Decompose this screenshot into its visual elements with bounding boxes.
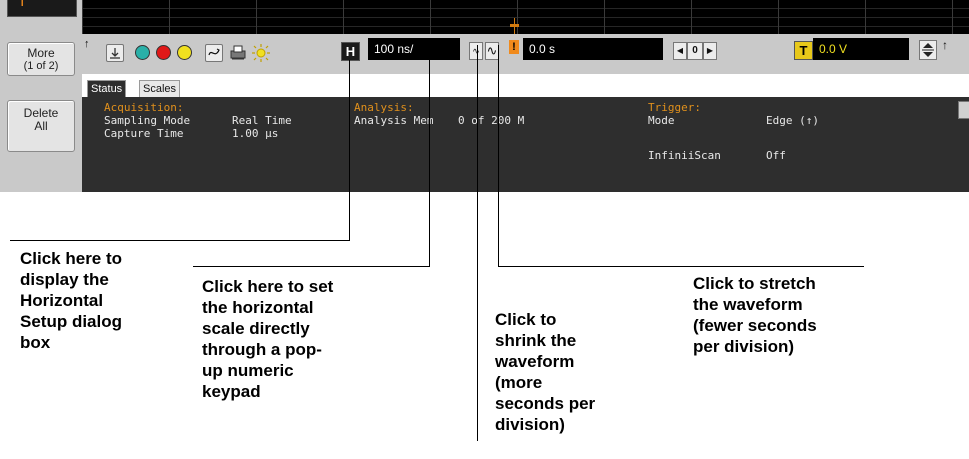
- delete-all-softkey[interactable]: Delete All: [7, 100, 75, 152]
- stretch-leader: [498, 45, 499, 267]
- trigger-header: Trigger:: [648, 101, 701, 114]
- callout-stretch: Click to stretch the waveform (fewer sec…: [693, 274, 817, 356]
- analysis-header: Analysis:: [354, 101, 414, 114]
- nav-right-button[interactable]: ▶: [703, 42, 717, 60]
- sampling-mode-label: Sampling Mode: [104, 114, 191, 127]
- infiniiscan-label: InfiniiScan: [648, 149, 721, 162]
- print-button[interactable]: [228, 43, 248, 63]
- trigger-level-spinner[interactable]: [919, 40, 937, 60]
- tab-status[interactable]: Status: [87, 80, 127, 97]
- shrink-leader: [477, 45, 478, 441]
- callout-horizontal-setup: Click here to display the Horizontal Set…: [20, 249, 123, 352]
- stretch-wave-icon: ∿: [486, 43, 498, 58]
- horizontal-setup-button[interactable]: H: [341, 42, 360, 61]
- shrink-waveform-button[interactable]: ∿: [469, 42, 483, 60]
- trigger-mode-value: Edge (↑): [766, 114, 819, 127]
- softkey-column: T More (1 of 2) Delete All: [0, 0, 82, 192]
- sampling-mode-value: Real Time: [232, 114, 292, 127]
- trigger-position-tick: [510, 24, 519, 27]
- callout-keypad: Click here to set the horizontal scale d…: [202, 277, 334, 401]
- shrink-wave-icon: ∿: [472, 46, 480, 56]
- channel-indicator-icon: T: [18, 0, 28, 10]
- analysis-mem-label: Analysis Mem: [354, 114, 434, 127]
- callout-shrink: Click to shrink the waveform (more secon…: [495, 310, 596, 434]
- printer-icon: [230, 45, 246, 60]
- right-arrow-icon: ▶: [706, 46, 714, 55]
- more-softkey-label: More: [27, 46, 55, 60]
- up-down-arrows-icon: [922, 43, 934, 57]
- autoscale-button[interactable]: [205, 44, 223, 62]
- more-softkey-page: (1 of 2): [23, 60, 59, 72]
- tab-scales[interactable]: Scales: [139, 80, 181, 97]
- stop-icon[interactable]: [156, 45, 171, 60]
- trigger-level-field[interactable]: 0.0 V: [813, 38, 909, 60]
- trigger-reference-icon[interactable]: !: [509, 40, 519, 54]
- horizontal-setup-leader-h: [10, 240, 350, 241]
- infiniiscan-value: Off: [766, 149, 786, 162]
- single-arrow-icon: [110, 48, 120, 59]
- toolbar: ↑ H 100 ns/ ∿ ∿ ! 0.0 s ◀ 0 ▶ T 0.0 V ↑: [82, 34, 969, 74]
- keypad-leader-h: [193, 266, 430, 267]
- channel-softkey[interactable]: T: [7, 0, 77, 17]
- trigger-mode-label: Mode: [648, 114, 675, 127]
- keypad-leader: [429, 45, 430, 267]
- stretch-leader-h: [498, 266, 864, 267]
- single-icon[interactable]: [177, 45, 192, 60]
- horizontal-setup-leader: [349, 60, 350, 240]
- acquisition-header: Acquisition:: [104, 101, 184, 114]
- brightness-button[interactable]: [251, 43, 271, 63]
- panel-close-button[interactable]: [958, 101, 969, 119]
- acquisition-mode-button[interactable]: [106, 44, 124, 62]
- trigger-pin-icon[interactable]: ↑: [942, 38, 948, 52]
- more-softkey[interactable]: More (1 of 2): [7, 42, 75, 76]
- nav-value: 0: [687, 42, 703, 60]
- left-arrow-icon: ◀: [676, 46, 684, 55]
- stretch-waveform-button[interactable]: ∿: [485, 42, 499, 60]
- waveform-grid: [82, 0, 969, 34]
- sun-icon: [252, 44, 270, 62]
- analysis-mem-value: 0 of 200 M: [458, 114, 525, 127]
- nav-left-button[interactable]: ◀: [673, 42, 687, 60]
- status-panel: Acquisition: Sampling Mode Real Time Cap…: [82, 97, 969, 192]
- trigger-setup-button[interactable]: T: [794, 41, 813, 60]
- capture-time-label: Capture Time: [104, 127, 184, 140]
- capture-time-value: 1.00 µs: [232, 127, 279, 140]
- run-icon[interactable]: [135, 45, 150, 60]
- autoscale-icon: [208, 48, 220, 56]
- timebase-field[interactable]: 100 ns/: [368, 38, 460, 60]
- toolbar-pin-icon[interactable]: ↑: [84, 38, 90, 50]
- delay-field[interactable]: 0.0 s: [523, 38, 663, 60]
